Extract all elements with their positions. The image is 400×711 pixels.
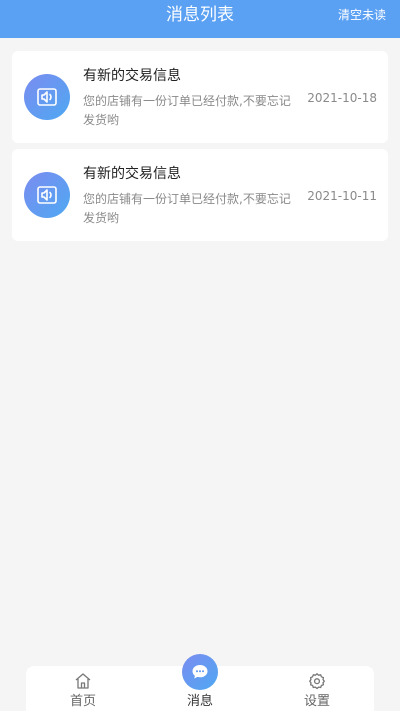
speaker-icon <box>37 186 57 204</box>
message-card[interactable]: 有新的交易信息 您的店铺有一份订单已经付款,不要忘记发货哟 2021-10-11 <box>12 149 388 241</box>
message-title: 有新的交易信息 <box>83 68 181 84</box>
bottom-nav: 首页 消息 设置 <box>26 654 374 711</box>
nav-label-home: 首页 <box>69 694 96 709</box>
clear-unread-button[interactable]: 清空未读 <box>338 6 386 24</box>
nav-label-settings: 设置 <box>303 694 330 709</box>
gear-icon <box>309 673 325 690</box>
message-date: 2021-10-11 <box>307 189 377 203</box>
message-body: 您的店铺有一份订单已经付款,不要忘记发货哟 <box>83 192 291 225</box>
message-date: 2021-10-18 <box>307 91 377 105</box>
nav-item-messages[interactable]: 消息 <box>165 666 235 711</box>
speaker-icon <box>37 88 57 106</box>
app-root: 消息列表 清空未读 有新的交易信息 您的店铺有一份订单已经付款,不要忘记发货哟 … <box>0 0 400 711</box>
message-avatar <box>24 74 70 120</box>
message-title: 有新的交易信息 <box>83 166 181 182</box>
message-body: 您的店铺有一份订单已经付款,不要忘记发货哟 <box>83 94 291 127</box>
message-card[interactable]: 有新的交易信息 您的店铺有一份订单已经付款,不要忘记发货哟 2021-10-18 <box>12 51 388 143</box>
nav-label-messages: 消息 <box>186 694 213 709</box>
nav-item-settings[interactable]: 设置 <box>282 666 352 711</box>
home-icon <box>75 673 91 689</box>
nav-item-home[interactable]: 首页 <box>48 666 118 711</box>
header-bar: 消息列表 清空未读 <box>0 0 400 38</box>
message-avatar <box>24 172 70 218</box>
message-list: 有新的交易信息 您的店铺有一份订单已经付款,不要忘记发货哟 2021-10-18… <box>12 51 388 247</box>
